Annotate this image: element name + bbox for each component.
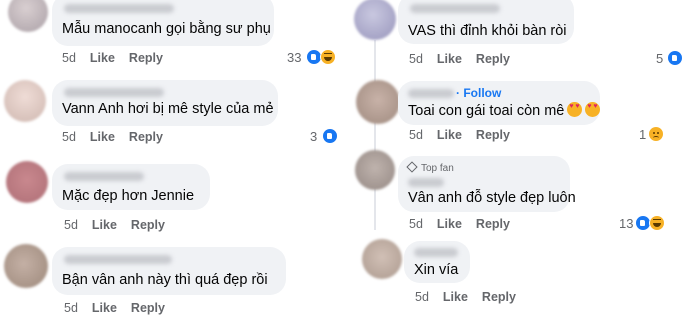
commenter-name[interactable] — [408, 178, 444, 187]
top-fan-label: Top fan — [421, 163, 454, 174]
comment-text: VAS thì đỉnh khỏi bàn ròi — [408, 23, 567, 39]
reaction-count[interactable]: 1 — [639, 127, 646, 142]
reaction-count[interactable]: 13 — [619, 216, 633, 231]
comment-text: Vann Anh hơi bị mê style của mẻ — [62, 101, 274, 117]
comment-bubble: Xin vía — [404, 241, 470, 283]
comment-bubble: VAS thì đỉnh khỏi bàn ròi — [398, 0, 574, 44]
like-button[interactable]: Like — [92, 218, 117, 232]
comment-time[interactable]: 5d — [62, 130, 76, 144]
avatar[interactable] — [8, 0, 48, 32]
avatar[interactable] — [362, 239, 402, 279]
comment-actions: 5d Like Reply — [409, 217, 524, 231]
like-reaction-icon — [667, 50, 683, 66]
comment-actions: 5d Like Reply — [64, 301, 179, 315]
reaction-count[interactable]: 5 — [656, 51, 663, 66]
reaction-count[interactable]: 3 — [310, 129, 317, 144]
reply-button[interactable]: Reply — [476, 128, 510, 142]
comment-actions: 5d Like Reply — [409, 52, 524, 66]
haha-reaction-icon — [649, 215, 665, 231]
reply-button[interactable]: Reply — [476, 52, 510, 66]
comment-text: Xin vía — [414, 262, 459, 278]
thread-line — [374, 40, 376, 230]
comment-bubble: Vann Anh hơi bị mê style của mẻ — [52, 80, 278, 126]
like-button[interactable]: Like — [92, 301, 117, 315]
like-button[interactable]: Like — [437, 52, 462, 66]
avatar[interactable] — [355, 150, 395, 190]
comment-actions: 5d Like Reply — [62, 130, 177, 144]
comment-time[interactable]: 5d — [415, 290, 429, 304]
comment-time[interactable]: 5d — [62, 51, 76, 65]
comment-text: Toai con gái toai còn mê — [408, 102, 601, 120]
avatar[interactable] — [356, 80, 400, 124]
comment-bubble: · Follow Toai con gái toai còn mê — [398, 81, 601, 125]
like-button[interactable]: Like — [443, 290, 468, 304]
comment-text: Bận vân anh này thì quá đẹp rồi — [62, 272, 268, 288]
like-button[interactable]: Like — [437, 217, 462, 231]
commenter-name[interactable] — [408, 89, 454, 98]
reply-button[interactable]: Reply — [129, 51, 163, 65]
comment-bubble: Mặc đẹp hơn Jennie — [52, 164, 210, 210]
comment-text-body: Toai con gái toai còn mê — [408, 103, 565, 119]
commenter-name[interactable] — [410, 4, 500, 13]
comment-actions: 5d Like Reply — [409, 128, 524, 142]
commenter-name[interactable] — [64, 88, 164, 97]
commenter-name[interactable] — [64, 255, 172, 264]
comment-actions: 5d Like Reply — [64, 218, 179, 232]
follow-link[interactable]: · Follow — [456, 86, 501, 100]
like-button[interactable]: Like — [437, 128, 462, 142]
haha-reaction-icon — [320, 49, 336, 65]
comment-actions: 5d Like Reply — [62, 51, 177, 65]
top-fan-badge: Top fan — [406, 161, 454, 174]
like-button[interactable]: Like — [90, 51, 115, 65]
comment-text: Mặc đẹp hơn Jennie — [62, 188, 195, 204]
comment-time[interactable]: 5d — [409, 52, 423, 66]
commenter-name[interactable] — [414, 248, 458, 257]
commenter-name[interactable] — [64, 4, 174, 13]
reply-button[interactable]: Reply — [482, 290, 516, 304]
reply-button[interactable]: Reply — [131, 218, 165, 232]
avatar[interactable] — [4, 80, 46, 122]
comment-bubble: Mẫu manocanh gọi bằng sư phụ — [52, 0, 274, 46]
reply-button[interactable]: Reply — [129, 130, 163, 144]
sad-reaction-icon — [648, 126, 664, 142]
comment-bubble: Bận vân anh này thì quá đẹp rồi — [52, 247, 286, 295]
comment-text: Mẫu manocanh gọi bằng sư phụ — [62, 21, 271, 37]
heart-eyes-emoji-icon — [567, 102, 583, 117]
reply-button[interactable]: Reply — [476, 217, 510, 231]
comment-time[interactable]: 5d — [409, 128, 423, 142]
like-reaction-icon — [322, 128, 338, 144]
avatar[interactable] — [354, 0, 396, 40]
reaction-count[interactable]: 33 — [287, 50, 301, 65]
diamond-icon — [406, 161, 418, 173]
avatar[interactable] — [6, 161, 48, 203]
comment-actions: 5d Like Reply — [415, 290, 530, 304]
heart-eyes-emoji-icon — [585, 102, 601, 117]
comment-time[interactable]: 5d — [409, 217, 423, 231]
avatar[interactable] — [4, 244, 48, 288]
comment-bubble: Top fan Vân anh đỗ style đẹp luôn — [398, 156, 576, 212]
commenter-name[interactable] — [64, 172, 144, 181]
comment-time[interactable]: 5d — [64, 301, 78, 315]
comment-text: Vân anh đỗ style đẹp luôn — [408, 190, 576, 206]
comment-time[interactable]: 5d — [64, 218, 78, 232]
like-button[interactable]: Like — [90, 130, 115, 144]
reply-button[interactable]: Reply — [131, 301, 165, 315]
